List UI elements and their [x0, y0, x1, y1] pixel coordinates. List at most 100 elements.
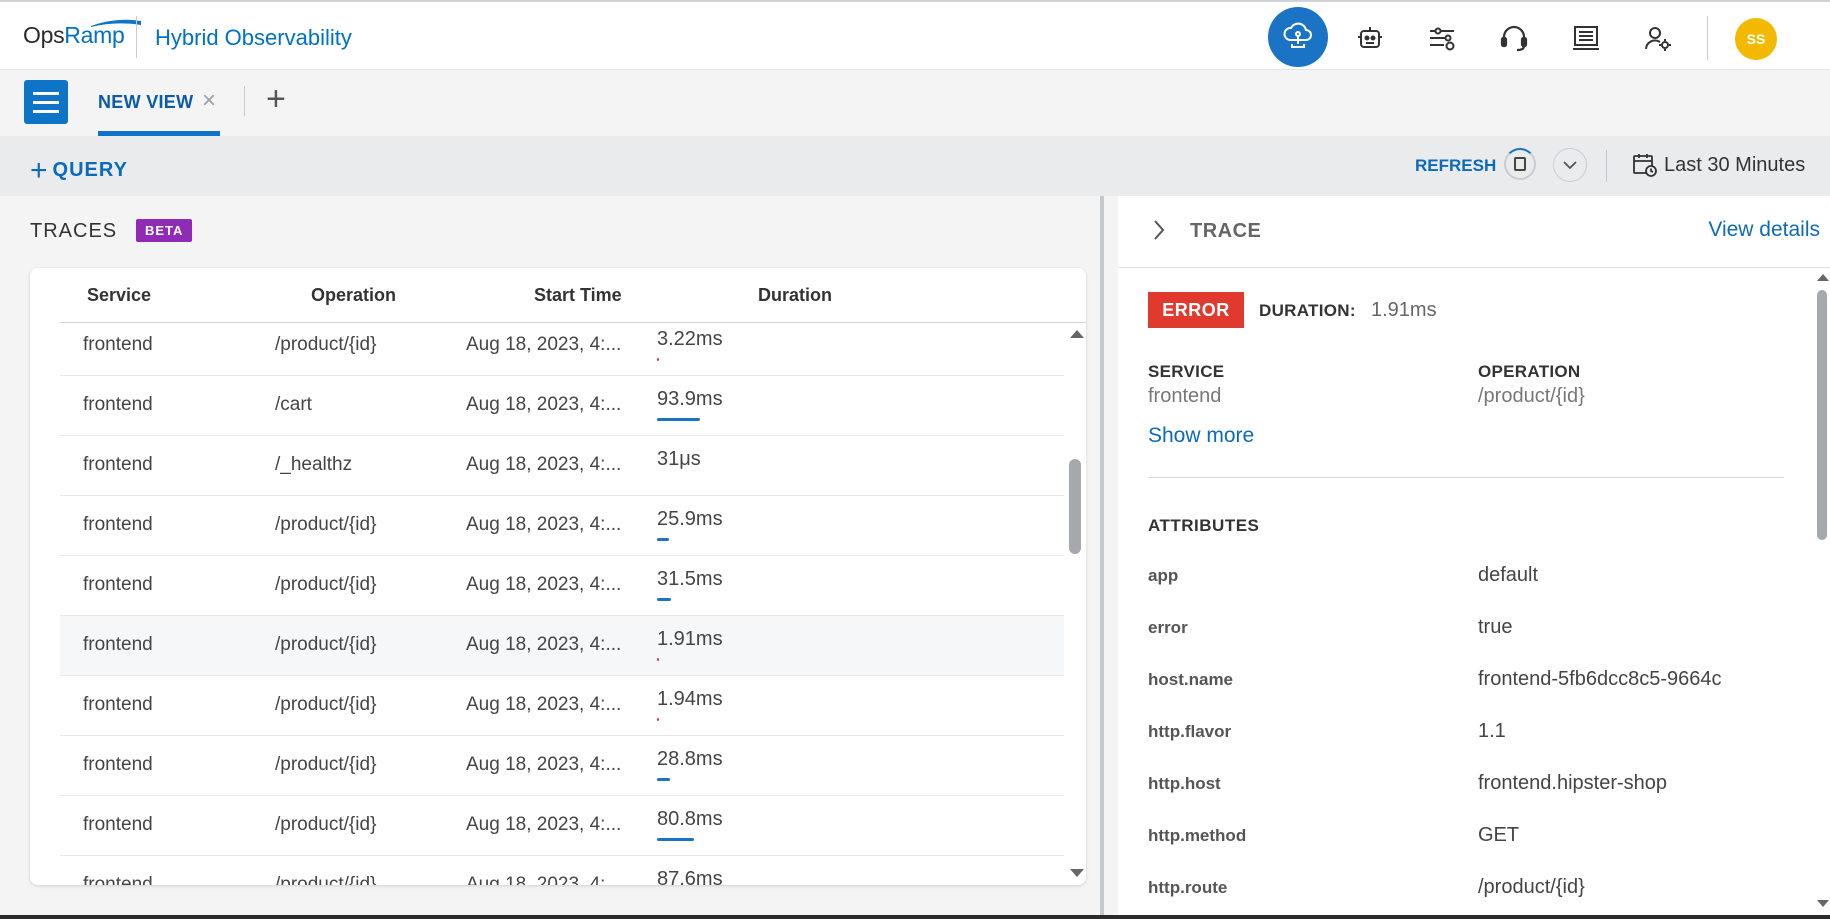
- table-row[interactable]: frontend/product/{id} Aug 18, 2023, 4:...…: [60, 856, 1064, 885]
- query-bar: + QUERY REFRESH Last 30 Minutes: [0, 136, 1830, 196]
- table-row[interactable]: frontend/product/{id} Aug 18, 2023, 4:...…: [60, 676, 1064, 736]
- duration-bar: [657, 358, 659, 361]
- header-divider: [1707, 16, 1708, 60]
- attribute-value: default: [1478, 564, 1539, 586]
- scroll-thumb[interactable]: [1817, 290, 1827, 540]
- section-divider: [1148, 477, 1784, 478]
- cell-duration: 87.6ms: [657, 868, 723, 885]
- table-row[interactable]: frontend/product/{id} Aug 18, 2023, 4:...…: [60, 496, 1064, 556]
- avatar[interactable]: SS: [1735, 18, 1777, 60]
- operation-value: /product/{id}: [1478, 385, 1585, 407]
- settings-sliders-icon[interactable]: [1420, 16, 1464, 60]
- scroll-thumb[interactable]: [1069, 459, 1081, 554]
- trace-detail-title: TRACE: [1190, 220, 1262, 242]
- cell-service: frontend: [83, 334, 153, 355]
- detail-scrollbar[interactable]: [1814, 268, 1830, 919]
- user-settings-icon[interactable]: [1636, 16, 1680, 60]
- logo-swoosh-icon: [91, 19, 141, 27]
- cell-duration: 1.94ms: [657, 688, 723, 710]
- app-title: Hybrid Observability: [155, 25, 352, 50]
- support-headset-icon[interactable]: [1492, 16, 1536, 60]
- opsramp-logo[interactable]: OpsRamp: [23, 19, 141, 49]
- table-row[interactable]: frontend/product/{id} Aug 18, 2023, 4:...…: [60, 324, 1064, 376]
- table-body: frontend/product/{id} Aug 18, 2023, 4:...…: [60, 324, 1064, 885]
- attribute-key: http.host: [1148, 774, 1221, 793]
- column-header-duration[interactable]: Duration: [758, 285, 832, 306]
- view-details-link[interactable]: View details: [1708, 218, 1820, 242]
- logo-divider: [136, 16, 137, 58]
- view-tab-bar: NEW VIEW × +: [0, 70, 1830, 136]
- attribute-value: /product/{id}: [1478, 876, 1585, 898]
- cell-operation: /product/{id}: [275, 874, 377, 885]
- cell-service: frontend: [83, 814, 153, 835]
- attribute-value: GET: [1478, 824, 1520, 846]
- cell-start-time: Aug 18, 2023, 4:...: [466, 814, 622, 835]
- cell-start-time: Aug 18, 2023, 4:...: [466, 694, 622, 715]
- service-value: frontend: [1148, 385, 1222, 407]
- robot-icon[interactable]: [1348, 16, 1392, 60]
- refresh-button[interactable]: REFRESH: [1415, 156, 1496, 176]
- cell-start-time: Aug 18, 2023, 4:...: [466, 454, 622, 475]
- collapse-panel-button[interactable]: [1152, 218, 1166, 249]
- traces-table: Service Operation Start Time Duration fr…: [30, 268, 1086, 885]
- operation-label: OPERATION: [1478, 362, 1581, 381]
- plus-icon: +: [30, 154, 49, 187]
- cell-duration: 28.8ms: [657, 748, 723, 770]
- duration-value: 1.91ms: [1371, 299, 1437, 321]
- duration-bar: [657, 778, 670, 781]
- query-label: QUERY: [52, 159, 128, 181]
- status-badge: ERROR: [1148, 292, 1244, 328]
- table-scrollbar[interactable]: [1066, 324, 1086, 885]
- traces-title: TRACES: [30, 220, 118, 242]
- attribute-key: error: [1148, 618, 1188, 637]
- reports-icon[interactable]: [1564, 16, 1608, 60]
- scroll-up-icon[interactable]: [1817, 274, 1829, 281]
- show-more-link[interactable]: Show more: [1148, 424, 1254, 448]
- scroll-down-icon[interactable]: [1817, 900, 1829, 907]
- cell-service: frontend: [83, 634, 153, 655]
- close-icon[interactable]: ×: [202, 89, 224, 113]
- refresh-options-dropdown[interactable]: [1553, 148, 1587, 182]
- attribute-key: http.route: [1148, 878, 1228, 897]
- cell-operation: /cart: [275, 394, 312, 415]
- menu-line-icon: [33, 91, 59, 95]
- cell-duration: 31.5ms: [657, 568, 723, 590]
- time-range-picker[interactable]: Last 30 Minutes: [1632, 152, 1805, 178]
- tab-new-view[interactable]: NEW VIEW ×: [98, 70, 220, 136]
- add-tab-button[interactable]: +: [266, 82, 286, 116]
- duration-bar: [657, 658, 659, 661]
- cell-start-time: Aug 18, 2023, 4:...: [466, 334, 622, 355]
- column-header-start-time[interactable]: Start Time: [534, 285, 622, 306]
- table-row[interactable]: frontend/product/{id} Aug 18, 2023, 4:...…: [60, 736, 1064, 796]
- scroll-up-icon[interactable]: [1070, 330, 1084, 338]
- cell-operation: /product/{id}: [275, 334, 377, 355]
- table-row[interactable]: frontend/product/{id} Aug 18, 2023, 4:...…: [60, 796, 1064, 856]
- cell-operation: /product/{id}: [275, 574, 377, 595]
- attribute-value: true: [1478, 616, 1513, 638]
- add-query-button[interactable]: + QUERY: [30, 150, 128, 187]
- column-header-service[interactable]: Service: [87, 285, 151, 306]
- table-row[interactable]: frontend/product/{id} Aug 18, 2023, 4:...…: [60, 616, 1064, 676]
- cell-service: frontend: [83, 874, 153, 885]
- panel-gutter: [1104, 196, 1118, 919]
- attribute-value: frontend-5fb6dcc8c5-9664c: [1478, 668, 1722, 690]
- cell-duration: 93.9ms: [657, 388, 723, 410]
- cell-start-time: Aug 18, 2023, 4:...: [466, 634, 622, 655]
- scroll-down-icon[interactable]: [1070, 869, 1084, 877]
- duration-bar: [657, 418, 700, 421]
- column-header-operation[interactable]: Operation: [311, 285, 396, 306]
- auto-refresh-stop-button[interactable]: [1504, 148, 1536, 180]
- attribute-key: host.name: [1148, 670, 1234, 689]
- table-row[interactable]: frontend/cart Aug 18, 2023, 4:... 93.9ms: [60, 376, 1064, 436]
- cell-start-time: Aug 18, 2023, 4:...: [466, 394, 622, 415]
- cloud-network-icon[interactable]: [1268, 7, 1328, 67]
- table-row[interactable]: frontend/product/{id} Aug 18, 2023, 4:...…: [60, 556, 1064, 616]
- table-row[interactable]: frontend /_healthz Aug 18, 2023, 4:... 31μs: [60, 436, 1064, 496]
- cell-operation: /product/{id}: [275, 754, 377, 775]
- hamburger-menu-button[interactable]: [24, 80, 68, 124]
- cell-service: frontend: [83, 694, 153, 715]
- tab-divider: [244, 86, 245, 116]
- attribute-value: frontend.hipster-shop: [1478, 772, 1668, 794]
- duration-bar: [657, 598, 671, 601]
- cell-duration: 25.9ms: [657, 508, 723, 530]
